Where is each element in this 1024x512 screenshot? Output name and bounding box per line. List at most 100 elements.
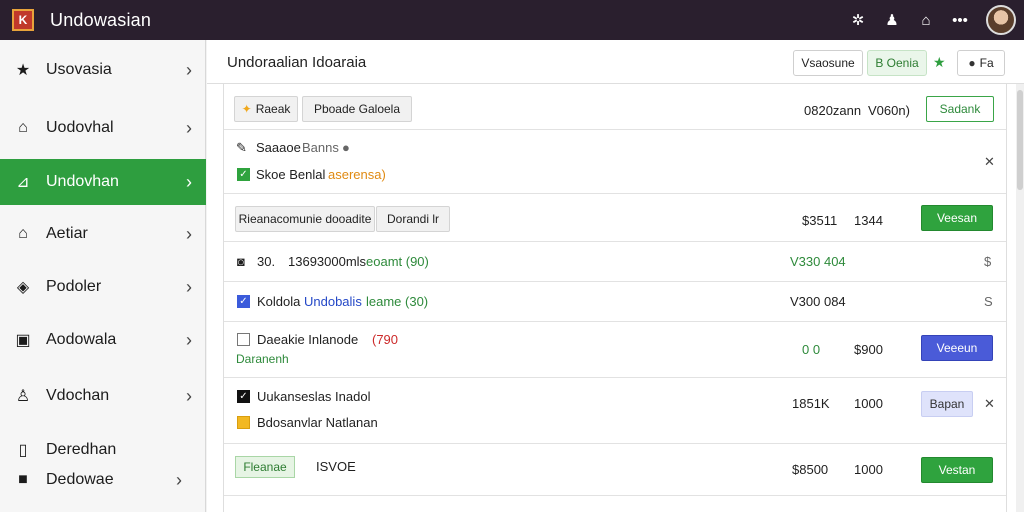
close-icon[interactable]: ✕: [984, 154, 995, 170]
gear-icon[interactable]: ✲: [850, 11, 866, 29]
row-end-icon[interactable]: $: [984, 254, 991, 269]
sidebar-item-vdochan[interactable]: ♙ Vdochan ›: [0, 373, 206, 419]
row-title: Daeakie Inlanode: [257, 332, 359, 347]
row-meta: 0820zann: [804, 103, 862, 118]
pencil-icon[interactable]: ✎: [236, 140, 247, 156]
app-logo-icon: K: [12, 9, 34, 31]
chevron-right-icon: ›: [186, 329, 192, 350]
sidebar-item-aetiar[interactable]: ⌂ Aetiar ›: [0, 211, 206, 257]
user-icon[interactable]: ♟: [884, 11, 900, 29]
scrollbar[interactable]: [1016, 84, 1024, 512]
row-value: V330 404: [790, 254, 846, 269]
chevron-right-icon: ›: [186, 385, 192, 406]
row-meta: $3511: [802, 213, 838, 228]
user-icon: ●: [968, 56, 976, 70]
app-title: Undowasian: [50, 9, 152, 30]
row-subtitle: Bdosanvlar Natlanan: [257, 415, 378, 430]
clipboard-icon: ▣: [15, 332, 31, 349]
row-label: Skoe Benlal: [256, 167, 326, 182]
sidebar-item-label: Vdochan: [46, 387, 110, 404]
home-outline-icon: ⌂: [18, 225, 28, 242]
home-icon[interactable]: ⌂: [918, 12, 934, 29]
star-icon: ★: [15, 62, 31, 79]
sidebar-item-podoler[interactable]: ◈ Podoler ›: [0, 264, 206, 310]
chevron-right-icon: ›: [186, 117, 192, 138]
filter-chip[interactable]: Rieanacomunie dooadite: [235, 206, 375, 232]
sidebar-item-dedowae[interactable]: ■ Dedowae ›: [0, 470, 182, 490]
list-item: ✓ Koldola Undobalis leame (30) V300 084 …: [224, 282, 1006, 322]
row-checkbox[interactable]: ✓: [237, 168, 250, 181]
dot-icon: ●: [342, 140, 350, 155]
content-list: ✦ Raeak Pboade Galoela 0820zann V060n) S…: [223, 84, 1007, 512]
list-item: ◙ 30. 13693000mls eoamt (90) V330 404 $: [224, 242, 1006, 282]
puzzle-icon: ✦: [241, 102, 252, 116]
status-badge: Fleanae: [235, 456, 295, 478]
list-item: Fleanae ISVOE $8500 1000 Vestan: [224, 444, 1006, 496]
box-icon: ■: [18, 471, 28, 488]
header-button-vsaosune[interactable]: Vsaosune: [793, 50, 863, 76]
more-icon[interactable]: •••: [952, 12, 968, 29]
chevron-right-icon: ›: [186, 223, 192, 244]
filter-chip[interactable]: Dorandi lr: [376, 206, 450, 232]
filter-chip[interactable]: ✦ Raeak: [234, 96, 298, 122]
sidebar-item-aodowala[interactable]: ▣ Aodowala ›: [0, 317, 206, 363]
top-icons: ✲ ♟ ⌂ •••: [850, 0, 1016, 40]
sidebar-item-label: Undovhan: [46, 173, 119, 190]
row-action-button[interactable]: Veeeun: [921, 335, 993, 361]
row-checkbox[interactable]: ✓: [237, 390, 250, 403]
star-icon[interactable]: ★: [933, 54, 946, 71]
row-action-button[interactable]: Sadank: [926, 96, 994, 122]
row-subtitle: Daranenh: [236, 352, 289, 366]
sidebar-item-label: Aodowala: [46, 331, 117, 348]
row-highlight: eoamt (90): [366, 254, 429, 269]
row-meta: $8500: [792, 462, 829, 477]
row-highlight: (790: [372, 332, 399, 347]
sidebar-item-label: Deredhan: [46, 441, 117, 458]
row-title: ISVOE: [316, 459, 356, 474]
row-code: 30.: [257, 254, 276, 269]
camera-icon[interactable]: ◙: [237, 254, 245, 269]
scrollbar-thumb[interactable]: [1017, 90, 1023, 190]
chevron-right-icon: ›: [186, 59, 192, 80]
row-title: Saaaoe: [256, 140, 301, 155]
row-action-button[interactable]: Veesan: [921, 205, 993, 231]
row-meta: 0 0: [802, 342, 821, 357]
sidebar: ★ Usovasia › ⌂ Uodovhal › ⊿ Undovhan › ⌂…: [0, 40, 206, 512]
sidebar-item-label: Uodovhal: [46, 119, 114, 136]
row-action-button[interactable]: Vestan: [921, 457, 993, 483]
chart-icon: ⊿: [16, 174, 30, 191]
sidebar-item-usovasia[interactable]: ★ Usovasia ›: [0, 47, 206, 93]
sidebar-item-undovhan[interactable]: ⊿ Undovhan ›: [0, 159, 206, 205]
main-header: Undoraalian Idoaraia Vsaosune B Oenia ★ …: [207, 40, 1024, 84]
sidebar-item-uodovhal[interactable]: ⌂ Uodovhal ›: [0, 105, 206, 151]
row-end-icon[interactable]: S: [984, 294, 993, 309]
chevron-right-icon: ›: [176, 469, 182, 490]
sidebar-item-deredhan[interactable]: ▯ Deredhan: [0, 440, 117, 460]
row-meta: 1000: [854, 462, 883, 477]
filter-chip[interactable]: Pboade Galoela: [302, 96, 412, 122]
list-item: Rieanacomunie dooadite Dorandi lr $3511 …: [224, 194, 1006, 242]
chip-label: Raeak: [255, 102, 291, 116]
tag-icon: ◈: [16, 279, 30, 296]
page-title: Undoraalian Idoaraia: [227, 54, 367, 71]
row-highlight: aserensa): [328, 167, 386, 182]
avatar[interactable]: [986, 5, 1016, 35]
row-meta: 1344: [854, 213, 883, 228]
row-checkbox[interactable]: ✓: [237, 295, 250, 308]
home-icon: ⌂: [18, 119, 28, 136]
row-meta: V060n): [868, 103, 910, 118]
row-value: V300 084: [790, 294, 846, 309]
header-button-label: Fa: [979, 56, 994, 70]
row-checkbox[interactable]: [237, 333, 250, 346]
header-button-oenia[interactable]: B Oenia: [867, 50, 927, 76]
list-item: Daeakie Inlanode (790 Daranenh 0 0 $900 …: [224, 322, 1006, 378]
row-meta: 1851K: [792, 396, 830, 411]
header-button-fa[interactable]: ● Fa: [957, 50, 1005, 76]
close-icon[interactable]: ✕: [984, 396, 995, 412]
sidebar-item-label: Dedowae: [46, 471, 114, 488]
row-checkbox[interactable]: [237, 416, 250, 429]
row-action-button[interactable]: Bapan: [921, 391, 973, 417]
chevron-right-icon: ›: [186, 171, 192, 192]
sidebar-item-label: Usovasia: [46, 61, 112, 78]
row-title: 13693000mls: [288, 254, 367, 269]
